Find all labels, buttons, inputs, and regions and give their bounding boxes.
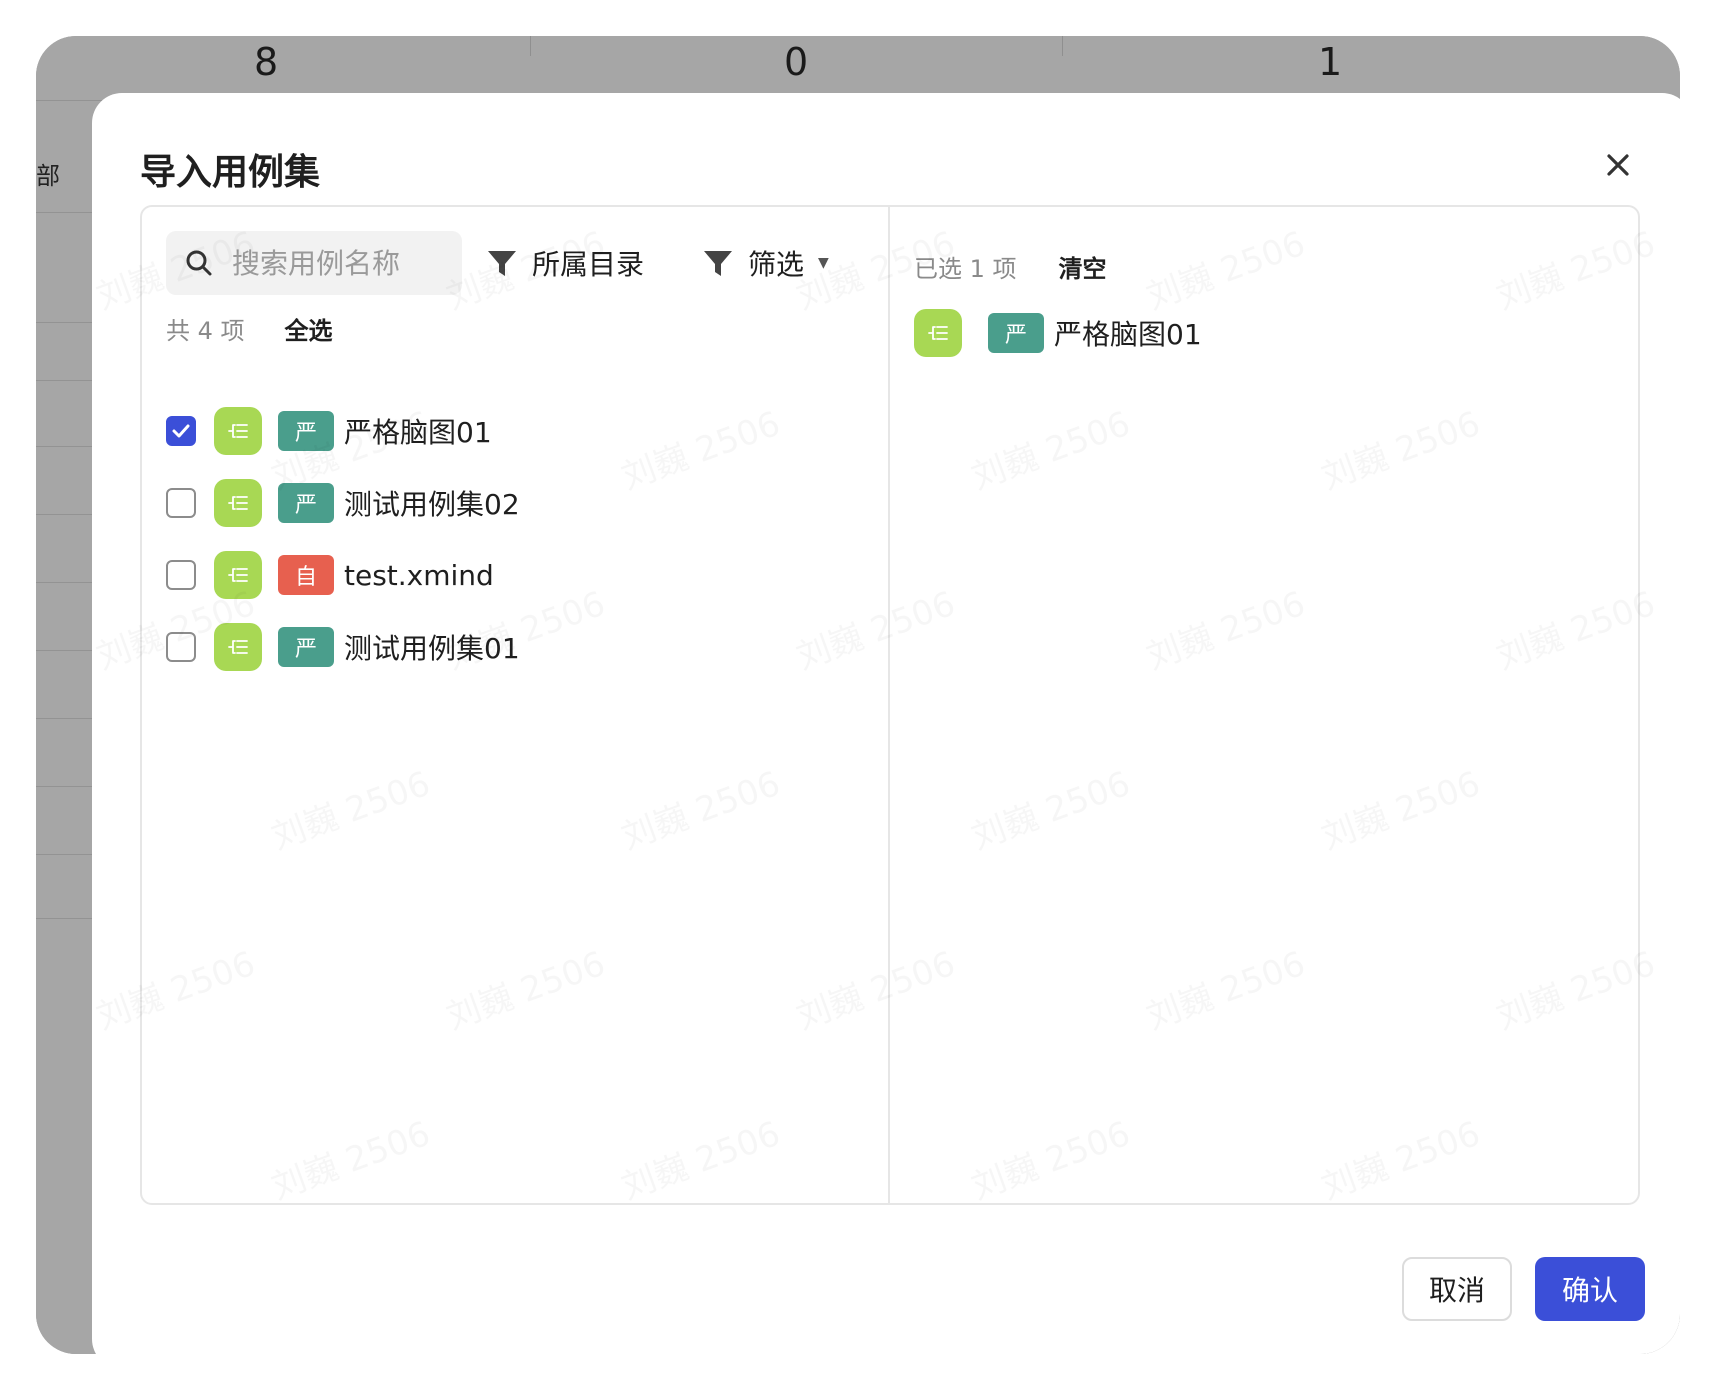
selected-list: 严严格脑图01 [914, 305, 1202, 361]
selected-item: 严严格脑图01 [914, 305, 1202, 361]
mindmap-glyph-icon [228, 568, 248, 582]
list-item[interactable]: 自 test.xmind [166, 539, 520, 611]
item-name: 测试用例集01 [344, 632, 520, 665]
mindmap-icon [214, 407, 262, 455]
background-stat: 1 [1318, 40, 1343, 84]
search-input[interactable] [230, 245, 454, 281]
list-item[interactable]: 严测试用例集01 [166, 611, 520, 683]
filter-label: 筛选 [748, 248, 805, 281]
mindmap-glyph-icon [228, 496, 248, 510]
filter-icon [488, 251, 516, 276]
transfer-panel: 所属目录 筛选 ▼ 共 4 项 全选 严严格脑图01严测试用例集02自test.… [140, 205, 1640, 1205]
search-box[interactable] [166, 231, 462, 295]
type-tag: 严 [988, 313, 1044, 353]
selected-count: 已选 1 项 [914, 255, 1017, 283]
mindmap-icon [214, 551, 262, 599]
source-panel: 所属目录 筛选 ▼ 共 4 项 全选 严严格脑图01严测试用例集02自test.… [142, 207, 890, 1203]
selected-panel: 已选 1 项 清空 严严格脑图01 [890, 207, 1638, 1203]
item-checkbox[interactable] [166, 632, 196, 662]
filter-icon [704, 251, 732, 276]
item-name: 严格脑图01 [1054, 318, 1202, 351]
close-button[interactable] [1602, 149, 1634, 181]
import-dialog: 导入用例集 所属目录 [92, 93, 1680, 1354]
item-name: test.xmind [344, 558, 494, 592]
type-tag: 严 [278, 627, 334, 667]
type-tag: 严 [278, 411, 334, 451]
search-icon [186, 250, 212, 276]
item-name: 严格脑图01 [344, 416, 492, 449]
confirm-button[interactable]: 确认 [1535, 1257, 1645, 1321]
app-window: 8 0 1 部 导入用例集 搜索用例名称 所属目录 筛选 ▼ 共 4 项 全选 … [36, 36, 1680, 1354]
item-name: 测试用例集02 [344, 488, 520, 521]
type-tag: 严 [278, 483, 334, 523]
background-stat: 0 [784, 40, 809, 84]
select-all-link[interactable]: 全选 [285, 311, 333, 346]
cancel-button[interactable]: 取消 [1402, 1257, 1512, 1321]
close-icon [1607, 154, 1629, 176]
item-checkbox[interactable] [166, 488, 196, 518]
clear-link[interactable]: 清空 [1059, 249, 1107, 284]
background-side-glyph: 部 [36, 162, 60, 190]
dialog-title: 导入用例集 [140, 152, 321, 193]
directory-filter-label: 所属目录 [532, 248, 645, 281]
background-divider [530, 36, 531, 56]
mindmap-icon [214, 479, 262, 527]
caret-down-icon: ▼ [818, 255, 829, 271]
directory-filter-button[interactable]: 所属目录 [486, 235, 644, 291]
background-stat: 8 [254, 40, 279, 84]
item-count: 共 4 项 [166, 317, 245, 345]
mindmap-icon [214, 623, 262, 671]
list-item[interactable]: 严测试用例集02 [166, 467, 520, 539]
mindmap-glyph-icon [928, 326, 948, 340]
filter-dropdown-button[interactable]: 筛选 ▼ [702, 235, 829, 291]
selected-summary: 已选 1 项 清空 [914, 249, 1107, 284]
checkmark-icon [172, 424, 190, 438]
item-checkbox[interactable] [166, 560, 196, 590]
type-tag: 自 [278, 555, 334, 595]
mindmap-icon [914, 309, 962, 357]
list-summary: 共 4 项 全选 [166, 311, 333, 346]
source-list: 严严格脑图01 严测试用例集02 自 test.xmind 严测试用例集01 [166, 395, 520, 683]
mindmap-glyph-icon [228, 424, 248, 438]
item-checkbox[interactable] [166, 416, 196, 446]
background-divider [1062, 36, 1063, 56]
list-item[interactable]: 严严格脑图01 [166, 395, 520, 467]
mindmap-glyph-icon [228, 640, 248, 654]
